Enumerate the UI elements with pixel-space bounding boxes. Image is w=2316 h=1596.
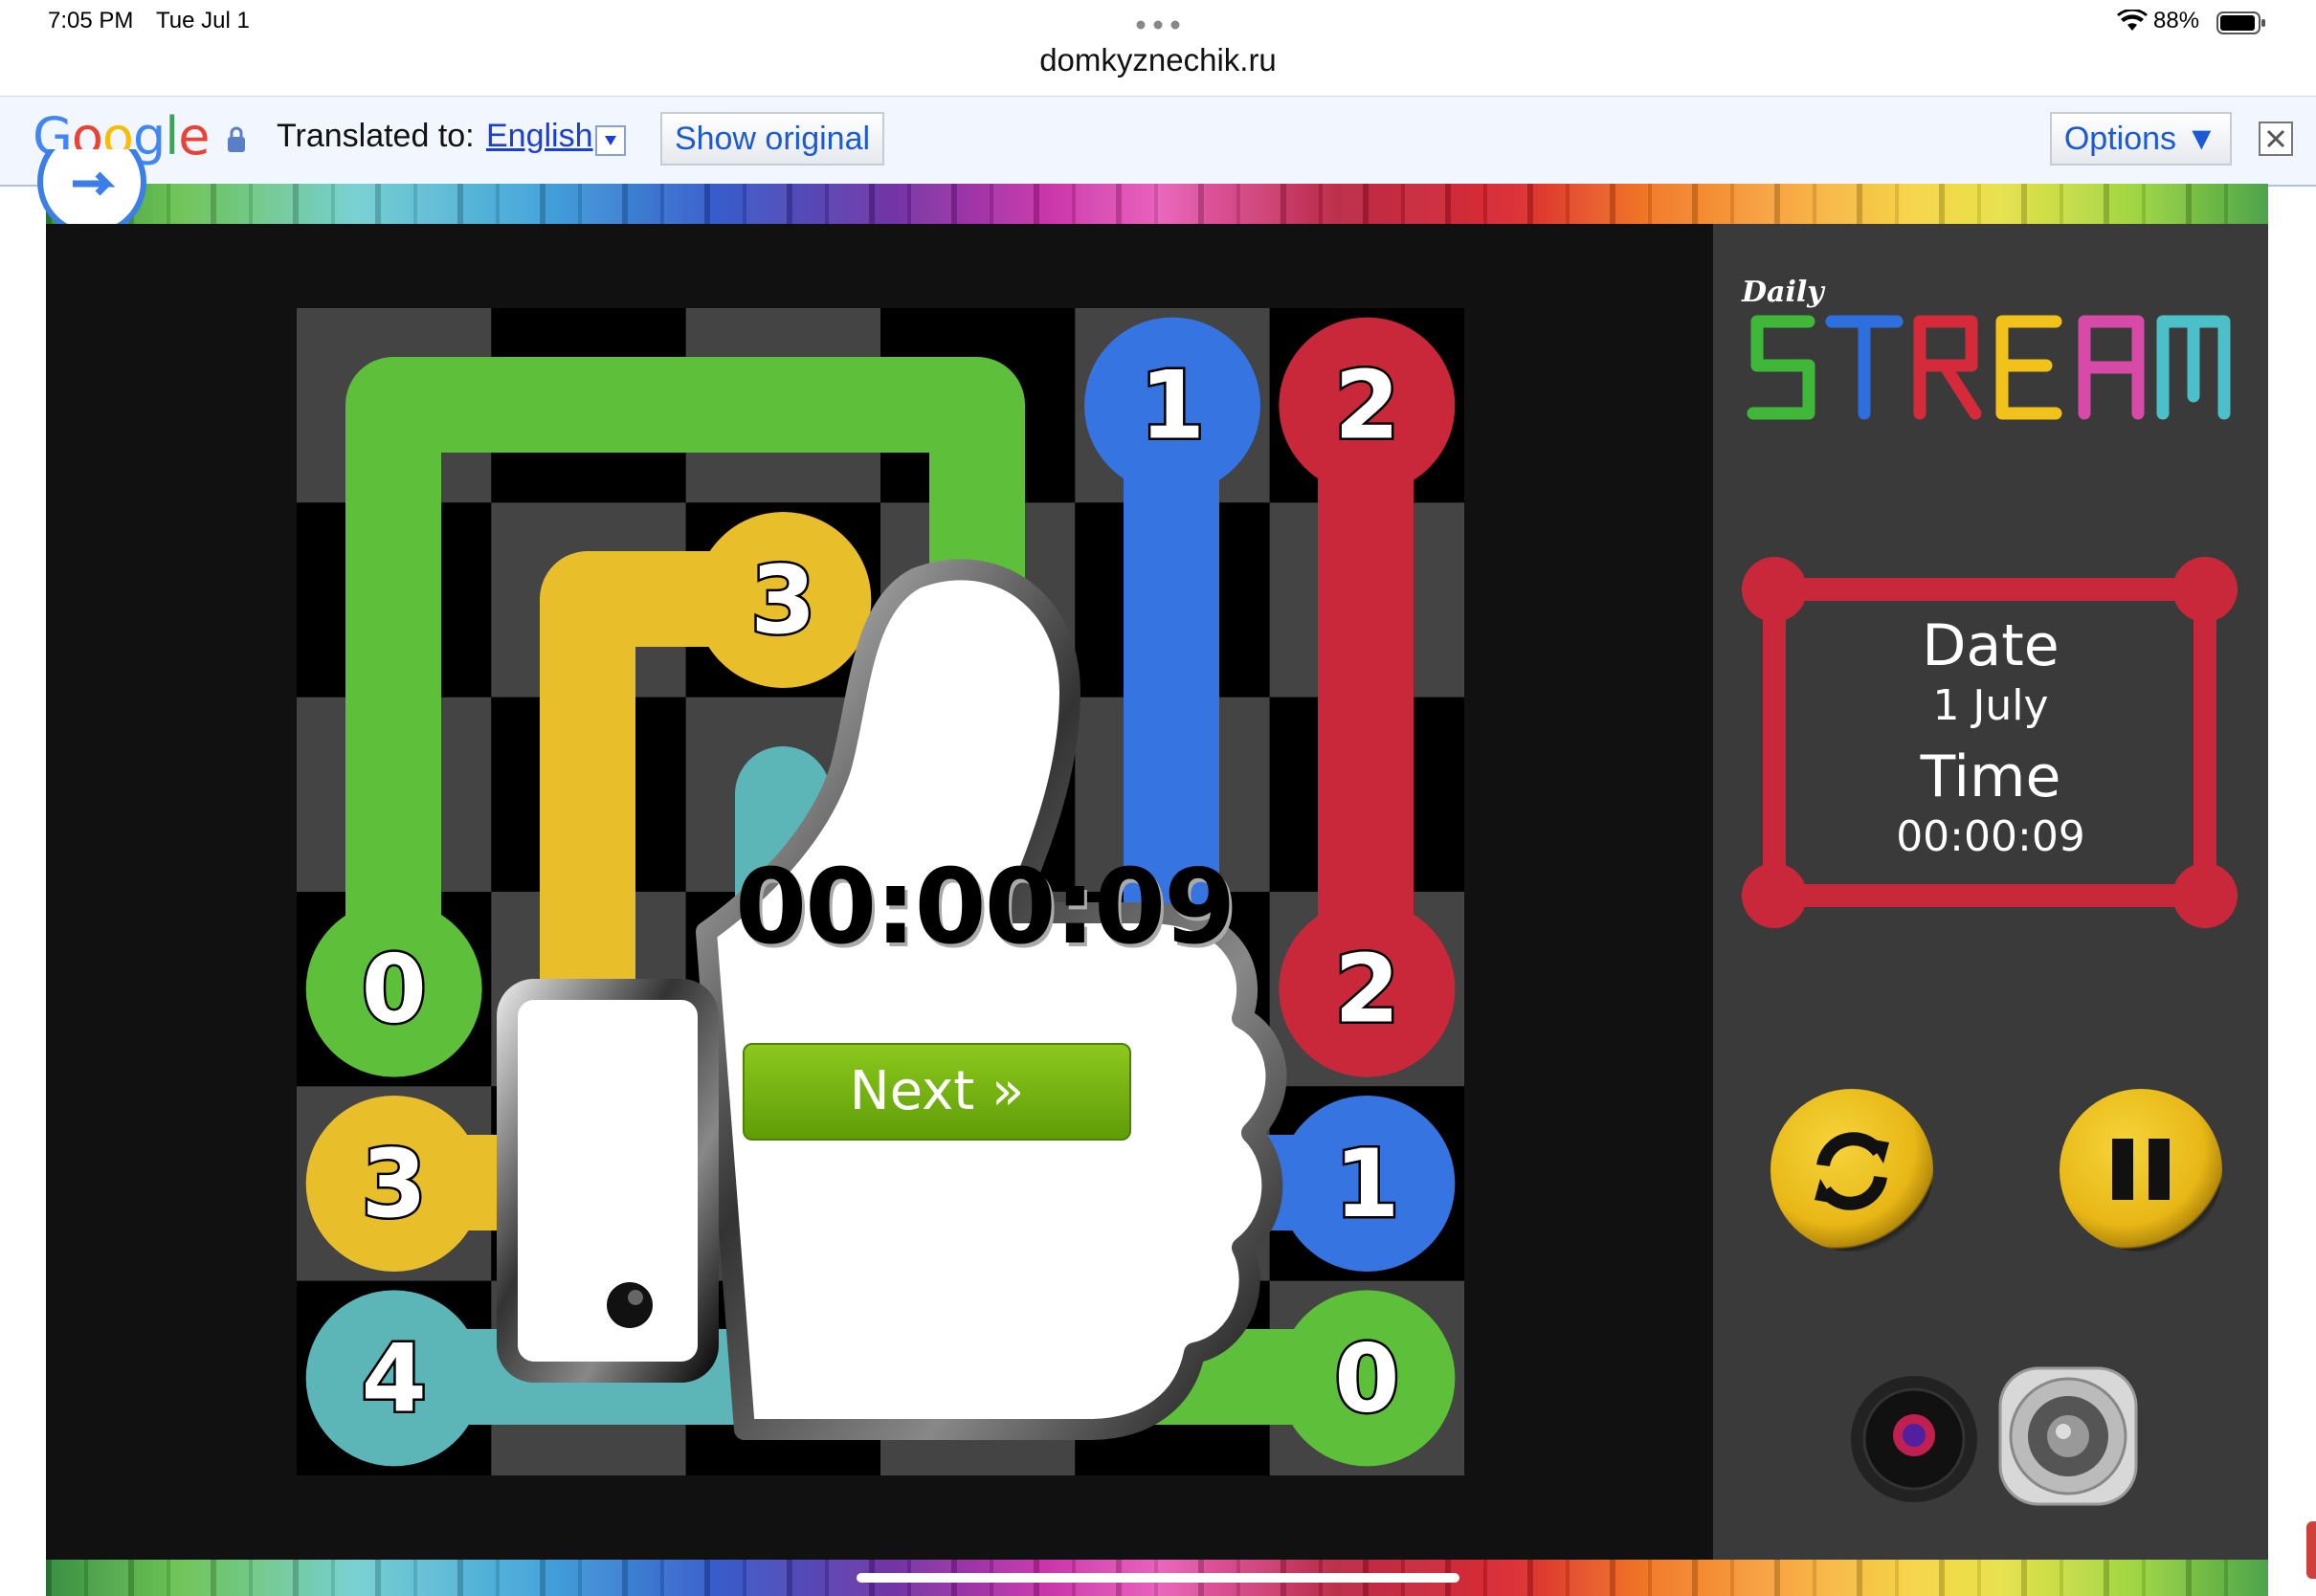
side-edge-tab — [2306, 1521, 2316, 1579]
result-time: 00:00:09 — [735, 848, 1236, 967]
battery-percent: 88% — [2153, 8, 2200, 33]
record-icon — [1851, 1376, 1977, 1502]
next-button[interactable]: Next » — [743, 1043, 1131, 1141]
date-label: Date — [1922, 612, 2060, 679]
status-time: 7:05 PM — [48, 8, 134, 33]
pause-icon — [2112, 1139, 2170, 1200]
lock-icon — [226, 125, 247, 159]
endpoint-label: 4 — [362, 1324, 427, 1433]
sound-toggle-button[interactable] — [1996, 1364, 2140, 1508]
speaker-icon — [1998, 1366, 2138, 1506]
options-button[interactable]: Options ▼ — [2050, 112, 2232, 166]
date-value: 1 July — [1932, 681, 2049, 730]
thumbs-up-icon — [497, 559, 1287, 1440]
endpoint-label: 1 — [1334, 1130, 1399, 1239]
url-bar[interactable]: domkyznechik.ru — [0, 42, 2316, 78]
language-dropdown-icon[interactable] — [595, 125, 626, 156]
logo-letter — [1995, 315, 2062, 420]
music-toggle-button[interactable] — [1847, 1372, 1981, 1506]
logo-letter — [1825, 315, 1904, 420]
endpoint-label: 2 — [1334, 352, 1399, 461]
side-panel: Daily Date 1 July Time 00:00:09 — [1713, 224, 2268, 1560]
status-date: Tue Jul 1 — [156, 8, 250, 33]
logo-letter — [2078, 315, 2145, 420]
time-value: 00:00:09 — [1896, 812, 2085, 861]
home-indicator — [857, 1573, 1459, 1583]
multitask-dots-icon[interactable] — [1136, 17, 1180, 30]
time-label: Time — [1920, 743, 2061, 810]
refresh-icon — [1815, 1132, 1889, 1210]
game-area: 123023140 00:00:09 Next » — [46, 224, 1713, 1560]
rainbow-border-top — [46, 184, 2268, 224]
wifi-icon — [2117, 8, 2148, 37]
language-link[interactable]: English — [486, 118, 593, 155]
logo-letter — [2156, 315, 2231, 420]
endpoint-label: 0 — [362, 936, 427, 1045]
close-icon[interactable] — [2259, 122, 2293, 156]
translated-to-label: Translated to: — [277, 118, 475, 154]
endpoint-label: 1 — [1140, 352, 1205, 461]
logo-letter — [1913, 315, 1982, 420]
pause-button[interactable] — [2060, 1089, 2222, 1252]
show-original-button[interactable]: Show original — [660, 112, 884, 166]
endpoint-label: 0 — [1334, 1324, 1399, 1433]
endpoint-label: 3 — [362, 1130, 427, 1239]
logo-letter — [1747, 315, 1815, 420]
status-bar: 7:05 PM Tue Jul 1 88% domkyznechik.ru — [0, 0, 2316, 96]
battery-icon — [2216, 11, 2266, 39]
endpoint-label: 2 — [1334, 936, 1399, 1045]
translate-bar: Google Translated to: English Show origi… — [0, 96, 2316, 187]
restart-button[interactable] — [1770, 1089, 1933, 1252]
title-logo — [1742, 300, 2239, 434]
